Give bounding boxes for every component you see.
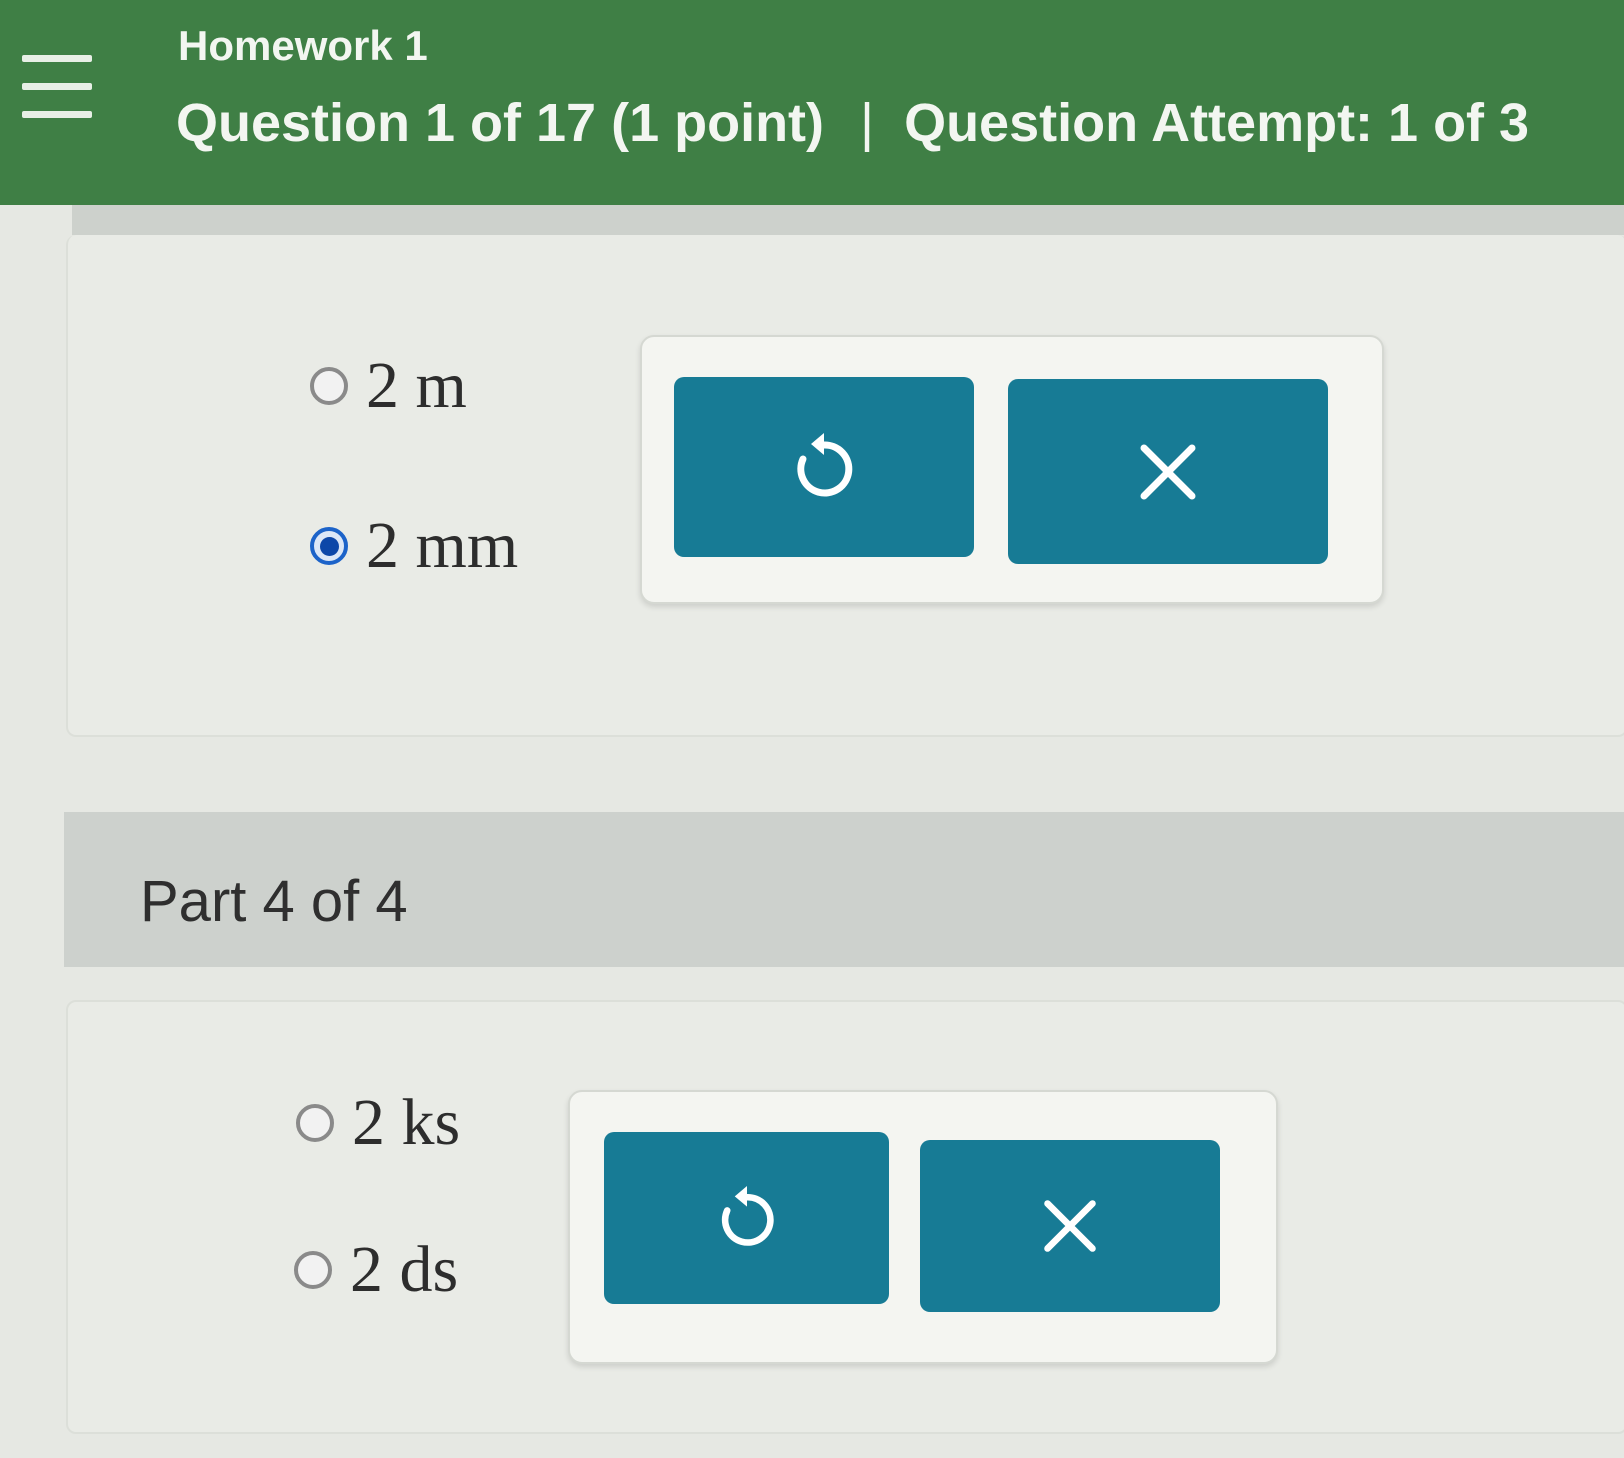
- question-status-line: Question 1 of 17 (1 point) | Question Atte…: [176, 92, 1529, 154]
- option-label: 2 ds: [350, 1233, 459, 1306]
- assignment-title: Homework 1: [178, 22, 428, 69]
- hamburger-menu-icon[interactable]: [22, 55, 94, 121]
- option-label: 2 mm: [366, 509, 519, 582]
- header-separator: |: [860, 93, 875, 153]
- attempt-info: Question Attempt: 1 of 3: [904, 93, 1530, 153]
- option-2-ds[interactable]: 2 ds: [294, 1232, 458, 1308]
- option-2-mm[interactable]: 2 mm: [310, 508, 518, 584]
- clear-button[interactable]: [920, 1140, 1220, 1312]
- clear-button[interactable]: [1008, 379, 1328, 564]
- option-label: 2 m: [366, 349, 467, 422]
- radio-button[interactable]: [294, 1251, 332, 1289]
- header-divider: [72, 205, 1624, 235]
- option-label: 2 ks: [352, 1086, 461, 1159]
- option-2-ks[interactable]: 2 ks: [296, 1085, 460, 1161]
- undo-icon: [797, 433, 853, 497]
- top-header-bar: Homework 1 Question 1 of 17 (1 point) | Qu…: [0, 0, 1624, 205]
- radio-button[interactable]: [310, 367, 348, 405]
- undo-button[interactable]: [604, 1132, 889, 1304]
- undo-button[interactable]: [674, 377, 974, 557]
- undo-icon: [721, 1185, 774, 1246]
- radio-button[interactable]: [296, 1104, 334, 1142]
- answer-tools-card: [640, 335, 1384, 604]
- option-2-m[interactable]: 2 m: [310, 348, 467, 424]
- question-info: Question 1 of 17 (1 point): [176, 93, 825, 153]
- close-icon: [1140, 444, 1196, 499]
- close-icon: [1044, 1200, 1096, 1252]
- radio-button-selected[interactable]: [310, 527, 348, 565]
- answer-tools-card: [568, 1090, 1278, 1364]
- part-4-label: Part 4 of 4: [140, 869, 408, 934]
